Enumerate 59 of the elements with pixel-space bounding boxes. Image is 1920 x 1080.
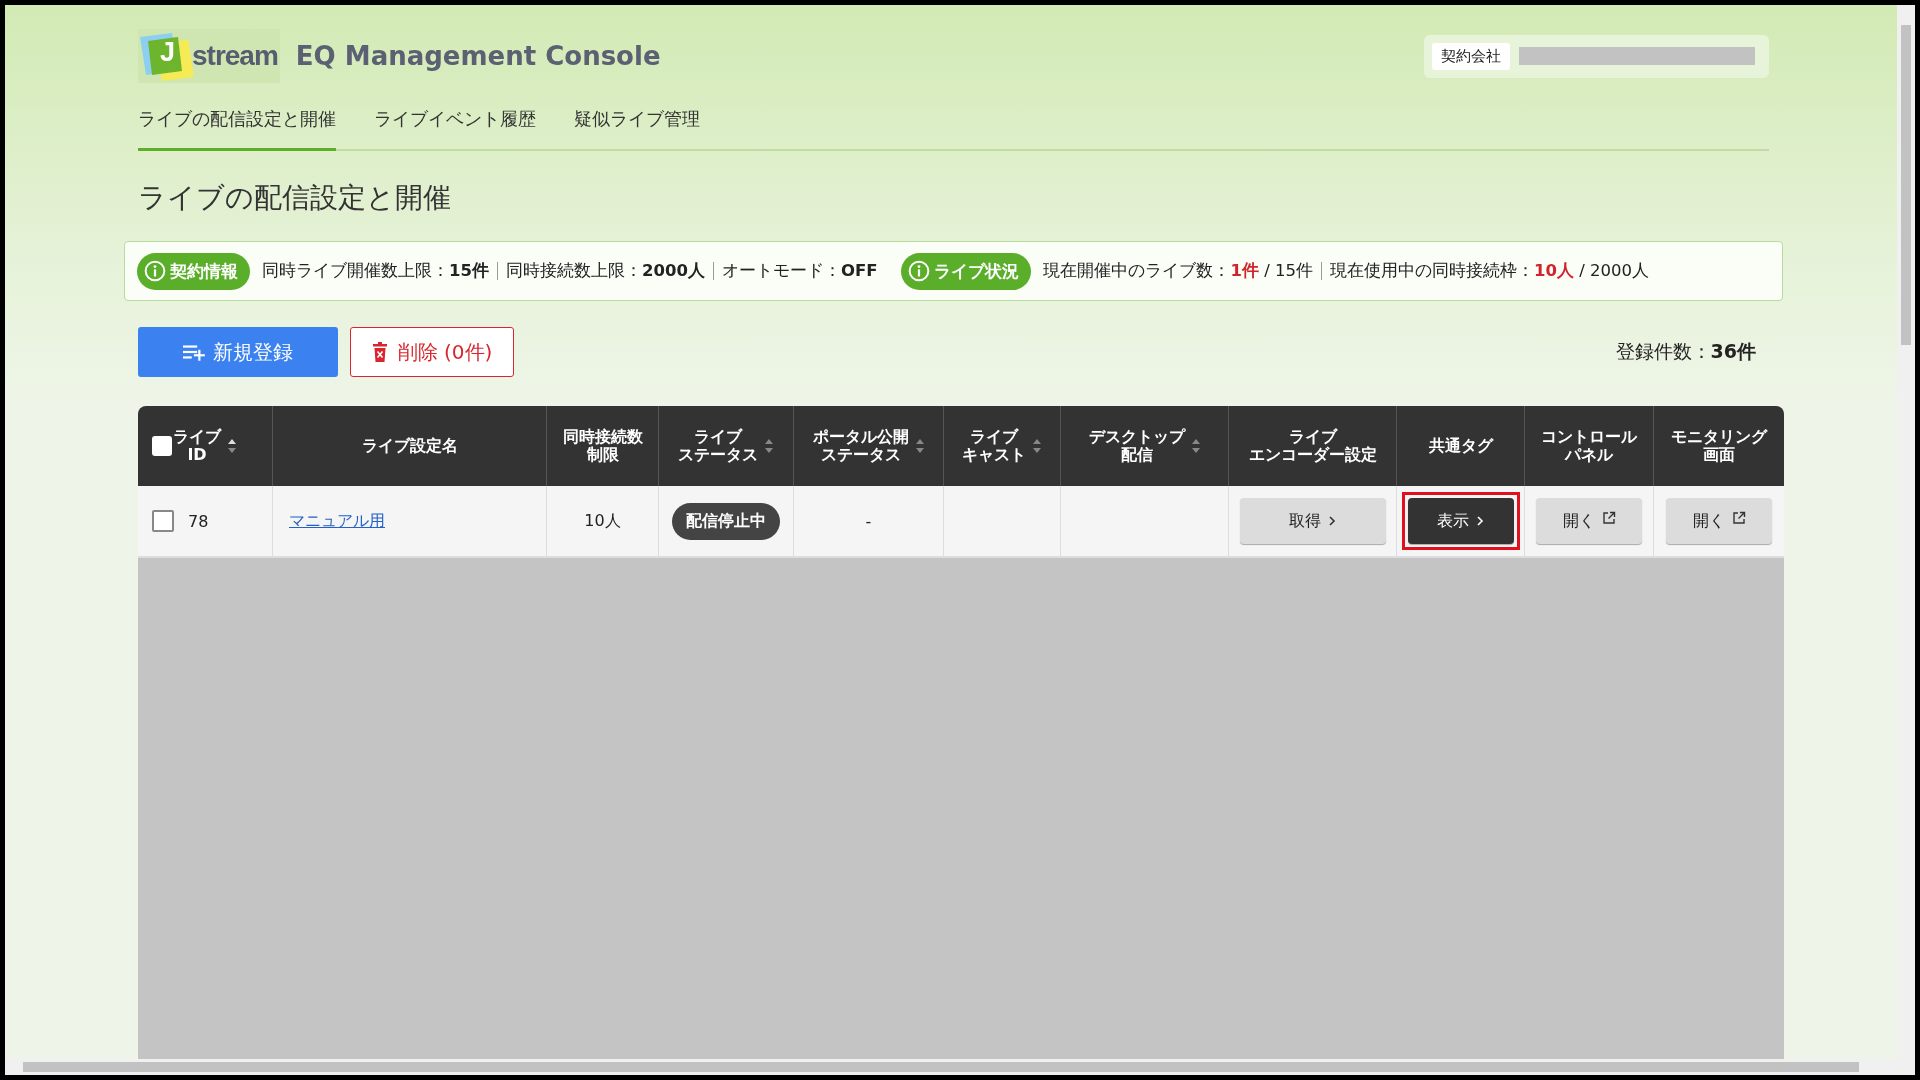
column-header: 配信 <box>1120 446 1153 465</box>
info-icon <box>144 260 166 282</box>
column-header: ステータス <box>820 446 901 465</box>
info-icon <box>908 260 931 282</box>
nav-tab[interactable]: ライブイベント履歴 <box>374 101 536 151</box>
vertical-scrollbar[interactable] <box>1897 5 1915 1059</box>
contract-limit-text: オートモード：OFF <box>721 260 878 282</box>
chevron-right-icon <box>1328 515 1336 527</box>
record-count: 登録件数：36件 <box>1615 339 1756 364</box>
column-header: ID <box>187 446 207 465</box>
live-status-badge: ライブ状況 <box>901 252 1032 290</box>
column-header: ポータル公開 <box>812 427 909 446</box>
contract-limit-text: 同時ライブ開催数上限：15件 <box>262 260 489 282</box>
column-header: パネル <box>1565 446 1613 465</box>
trash-icon <box>371 342 388 362</box>
new-registration-button[interactable]: 新規登録 <box>138 327 338 377</box>
chevron-right-icon <box>1476 515 1484 527</box>
app-title: EQ Management Console <box>295 41 661 71</box>
column-header: エンコーダー設定 <box>1248 446 1377 465</box>
live-status-text: 現在開催中のライブ数：1件 / 15件 <box>1043 260 1313 282</box>
table-cell: - <box>865 511 872 531</box>
column-header: ライブ <box>970 427 1018 446</box>
nav-tab[interactable]: 疑似ライブ管理 <box>574 101 700 151</box>
logo: J stream <box>138 29 280 83</box>
select-all-checkbox[interactable] <box>152 436 172 456</box>
column-header: 同時接続数 <box>562 427 643 446</box>
contract-limit-text: 同時接続数上限：2000人 <box>505 260 705 282</box>
column-header: ライブ <box>1288 427 1337 446</box>
nav-tab[interactable]: ライブの配信設定と開催 <box>138 101 336 151</box>
row-button[interactable]: 取得 <box>1239 498 1386 544</box>
column-header: モニタリング <box>1671 427 1767 446</box>
column-header: ライブ設定名 <box>361 436 458 456</box>
column-header: ライブ <box>173 427 221 446</box>
external-link-icon <box>1731 511 1746 525</box>
column-header: 制限 <box>586 446 619 465</box>
status-badge: 配信停止中 <box>672 502 780 540</box>
column-header: デスクトップ <box>1088 427 1185 446</box>
horizontal-scrollbar[interactable] <box>5 1059 1915 1075</box>
column-header: コントロール <box>1541 427 1637 446</box>
row-button[interactable]: 開く <box>1536 498 1642 544</box>
live-status-text: 現在使用中の同時接続枠：10人 / 2000人 <box>1330 260 1650 282</box>
column-header: ステータス <box>678 446 758 465</box>
contract-info-badge: 契約情報 <box>137 252 250 290</box>
table-cell: 78 <box>188 511 209 531</box>
sort-icon[interactable] <box>227 438 237 454</box>
company-label: 契約会社 <box>1432 42 1510 70</box>
column-header: 画面 <box>1703 446 1735 465</box>
external-link-icon <box>1601 511 1616 525</box>
live-name-link[interactable]: マニュアル用 <box>289 510 385 532</box>
page-title: ライブの配信設定と開催 <box>138 180 452 216</box>
column-header: 共通タグ <box>1428 436 1493 456</box>
row-button[interactable]: 表示 <box>1407 498 1514 544</box>
table-cell: 10人 <box>584 510 621 532</box>
row-button[interactable]: 開く <box>1666 498 1772 544</box>
delete-button[interactable]: 削除 (0件) <box>350 327 514 377</box>
column-header: ライブ <box>694 427 742 446</box>
column-header: キャスト <box>962 446 1026 465</box>
row-checkbox[interactable] <box>152 510 174 532</box>
list-add-icon <box>183 343 207 361</box>
